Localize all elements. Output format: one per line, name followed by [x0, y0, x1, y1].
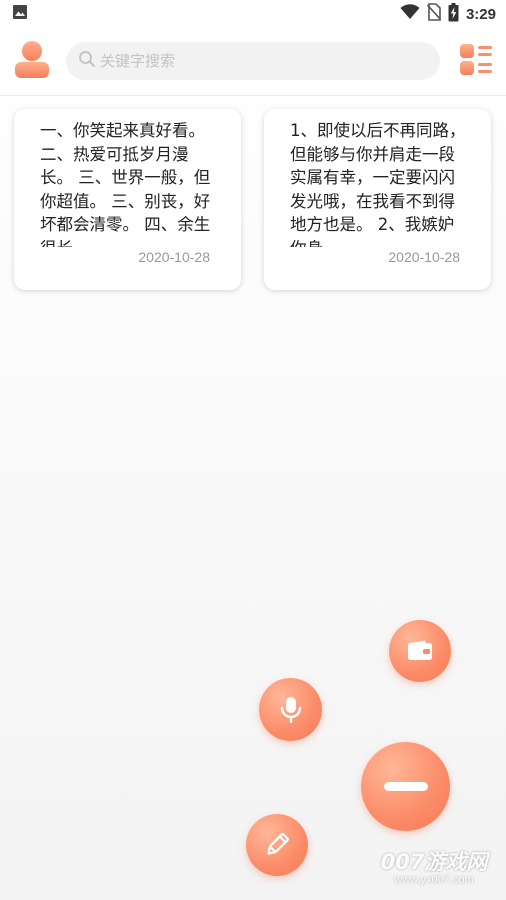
- list-menu-button[interactable]: [458, 43, 494, 77]
- new-note-button[interactable]: [246, 814, 308, 876]
- search-icon: [78, 50, 96, 72]
- collapse-menu-button[interactable]: [361, 742, 450, 831]
- note-date: 2020-10-28: [388, 249, 460, 265]
- pencil-icon: [267, 833, 289, 855]
- wallet-button[interactable]: [389, 620, 451, 682]
- note-text: 1、即使以后不再同路，但能够与你并肩走一段实属有幸，一定要闪闪发光哦，在我看不到…: [290, 121, 466, 247]
- image-notification-icon: [12, 4, 28, 24]
- wifi-icon: [400, 4, 420, 24]
- note-date: 2020-10-28: [138, 249, 210, 265]
- user-avatar-icon: [15, 41, 49, 78]
- search-input[interactable]: [100, 52, 420, 70]
- status-bar: 3:29: [0, 0, 506, 28]
- list-menu-icon: [460, 44, 492, 75]
- watermark: 007游戏网 www.yx007.com: [366, 846, 502, 896]
- wallet-icon: [408, 640, 432, 660]
- voice-input-button[interactable]: [259, 678, 322, 741]
- microphone-icon: [280, 696, 301, 723]
- watermark-brand: 007游戏网: [380, 850, 488, 874]
- search-bar[interactable]: [66, 42, 440, 80]
- note-card[interactable]: 一、你笑起来真好看。 二、热爱可抵岁月漫长。 三、世界一般，但你超值。 三、别丧…: [14, 109, 241, 290]
- note-card[interactable]: 1、即使以后不再同路，但能够与你并肩走一段实属有幸，一定要闪闪发光哦，在我看不到…: [264, 109, 491, 290]
- top-header: [0, 28, 506, 96]
- status-time: 3:29: [465, 5, 496, 23]
- no-sim-icon: [426, 3, 442, 25]
- battery-charging-icon: [448, 2, 459, 26]
- note-text: 一、你笑起来真好看。 二、热爱可抵岁月漫长。 三、世界一般，但你超值。 三、别丧…: [40, 121, 211, 247]
- status-icons: 3:29: [400, 2, 496, 26]
- user-avatar-button[interactable]: [12, 40, 52, 82]
- minus-icon: [383, 781, 428, 791]
